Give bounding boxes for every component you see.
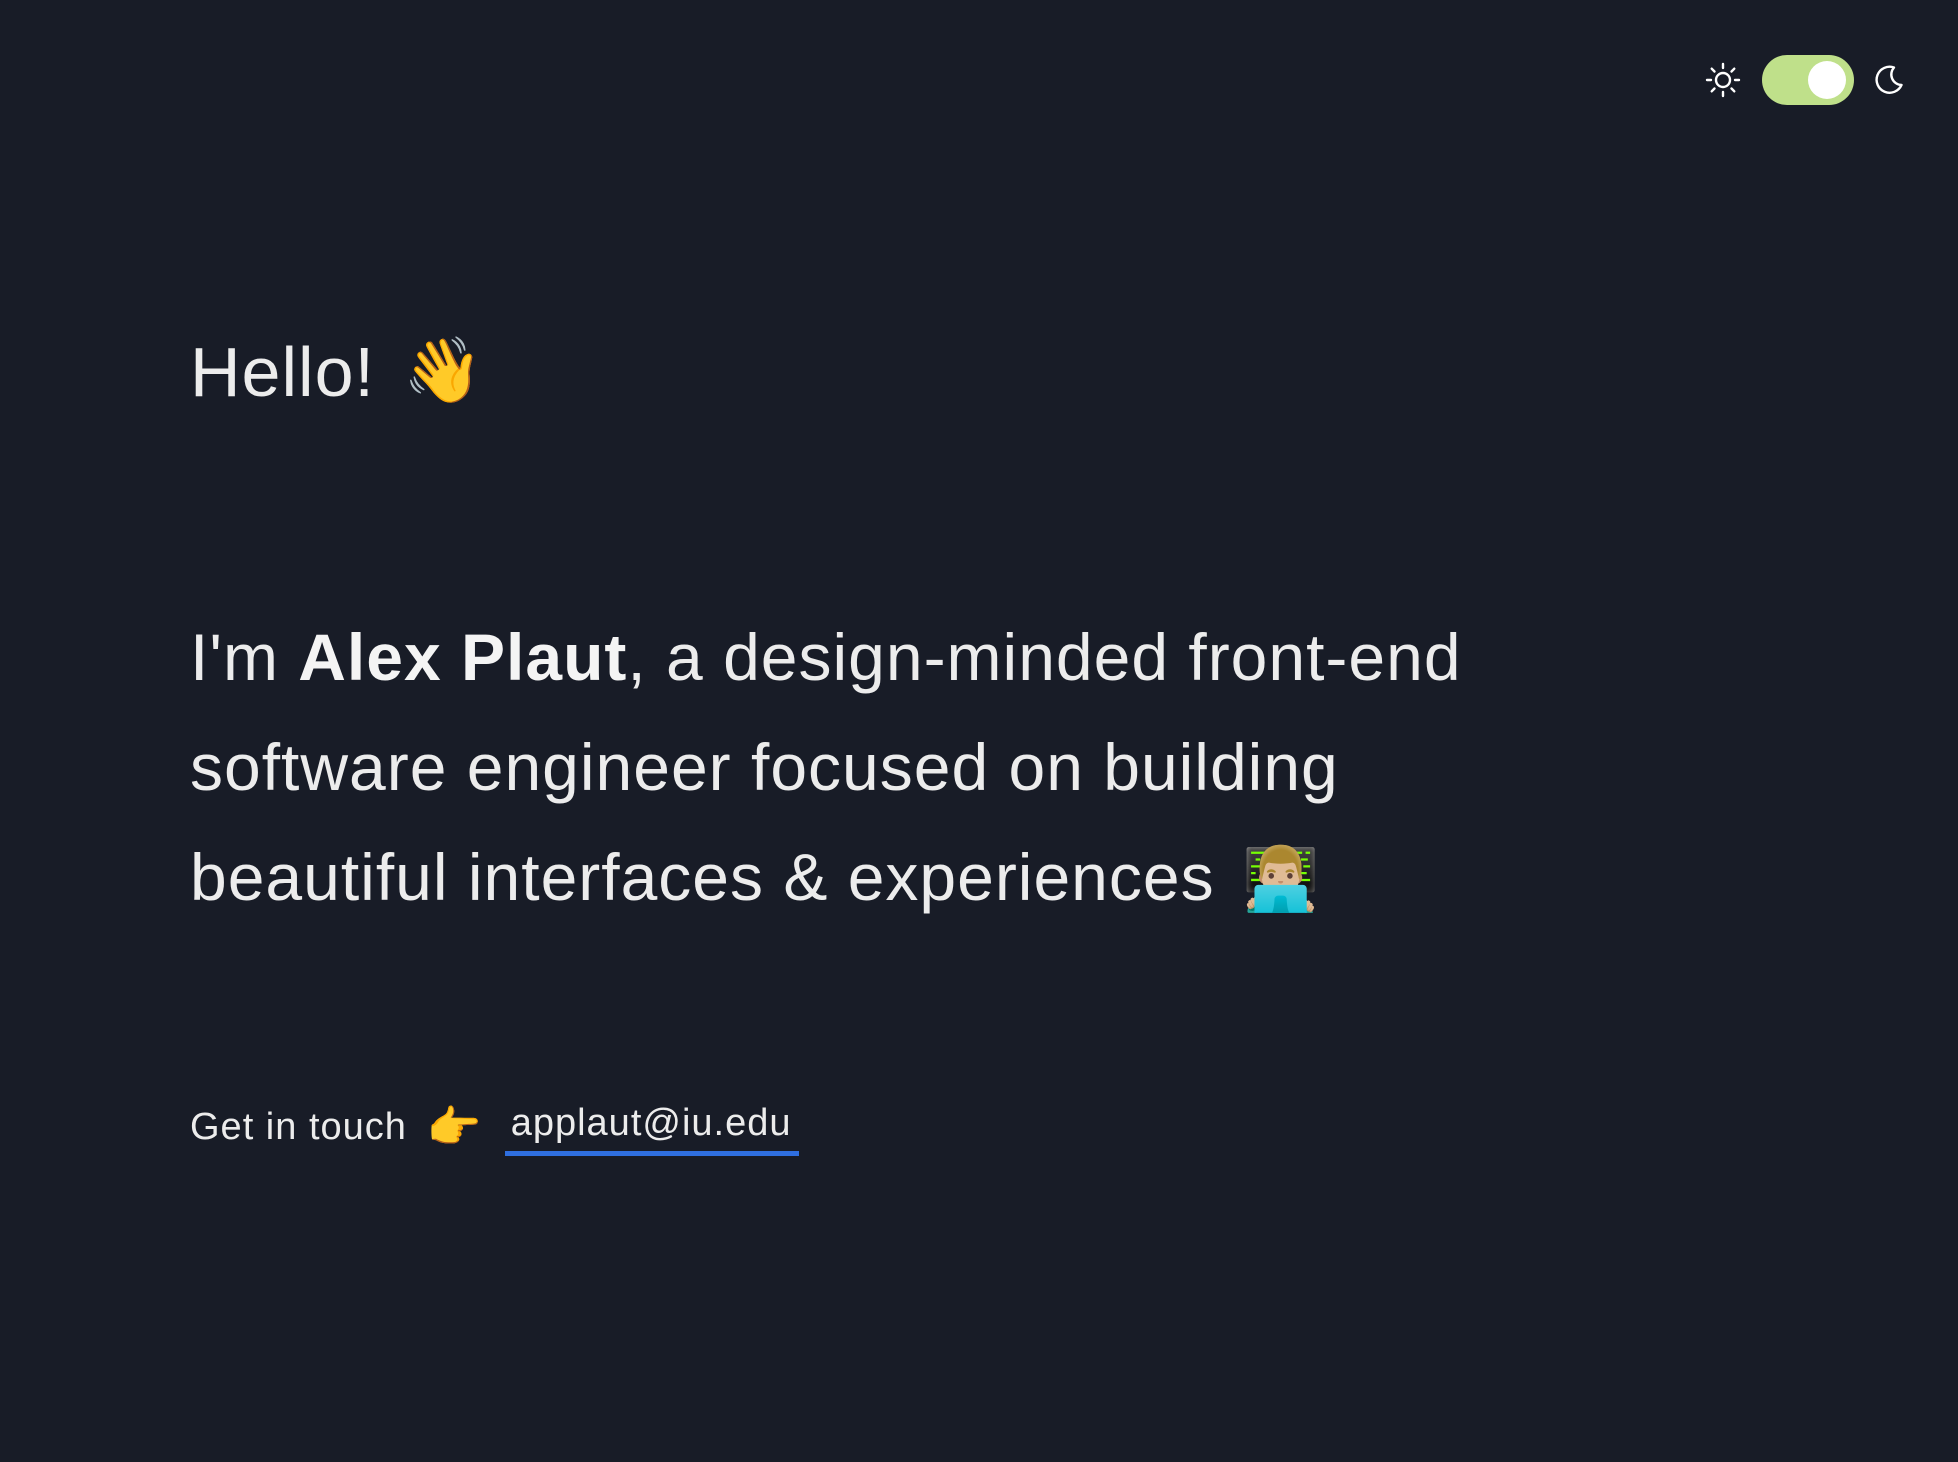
intro-line-1: I'm Alex Plaut, a design-minded front-en… xyxy=(190,602,1690,712)
intro-prefix: I'm xyxy=(190,620,299,694)
theme-switch-knob xyxy=(1808,61,1846,99)
intro-line3-text: beautiful interfaces & experiences xyxy=(190,840,1215,914)
email-link[interactable]: applaut@iu.edu xyxy=(504,1098,800,1156)
greeting-text: Hello! xyxy=(190,333,375,411)
moon-icon[interactable] xyxy=(1872,63,1906,97)
intro-line-3: beautiful interfaces & experiences 👨🏼‍💻 xyxy=(190,822,1690,935)
intro-line1-suffix: , a design-minded front-end xyxy=(627,620,1462,694)
theme-toggle xyxy=(1704,52,1906,108)
page: Hello! 👋 I'm Alex Plaut, a design-minded … xyxy=(0,0,1958,1462)
greeting-heading: Hello! 👋 xyxy=(190,320,484,422)
sun-icon[interactable] xyxy=(1704,61,1742,99)
intro-name: Alex Plaut xyxy=(298,620,628,694)
pointing-hand-emoji: 👉 xyxy=(426,1103,483,1152)
contact-label: Get in touch xyxy=(190,1105,407,1148)
technologist-emoji: 👨🏼‍💻 xyxy=(1241,845,1321,914)
contact-row: Get in touch 👉 applaut@iu.edu xyxy=(190,1095,800,1159)
theme-switch[interactable] xyxy=(1762,55,1854,105)
waving-hand-emoji: 👋 xyxy=(402,334,484,406)
intro-paragraph: I'm Alex Plaut, a design-minded front-en… xyxy=(190,602,1690,935)
intro-line-2: software engineer focused on building xyxy=(190,730,1339,804)
